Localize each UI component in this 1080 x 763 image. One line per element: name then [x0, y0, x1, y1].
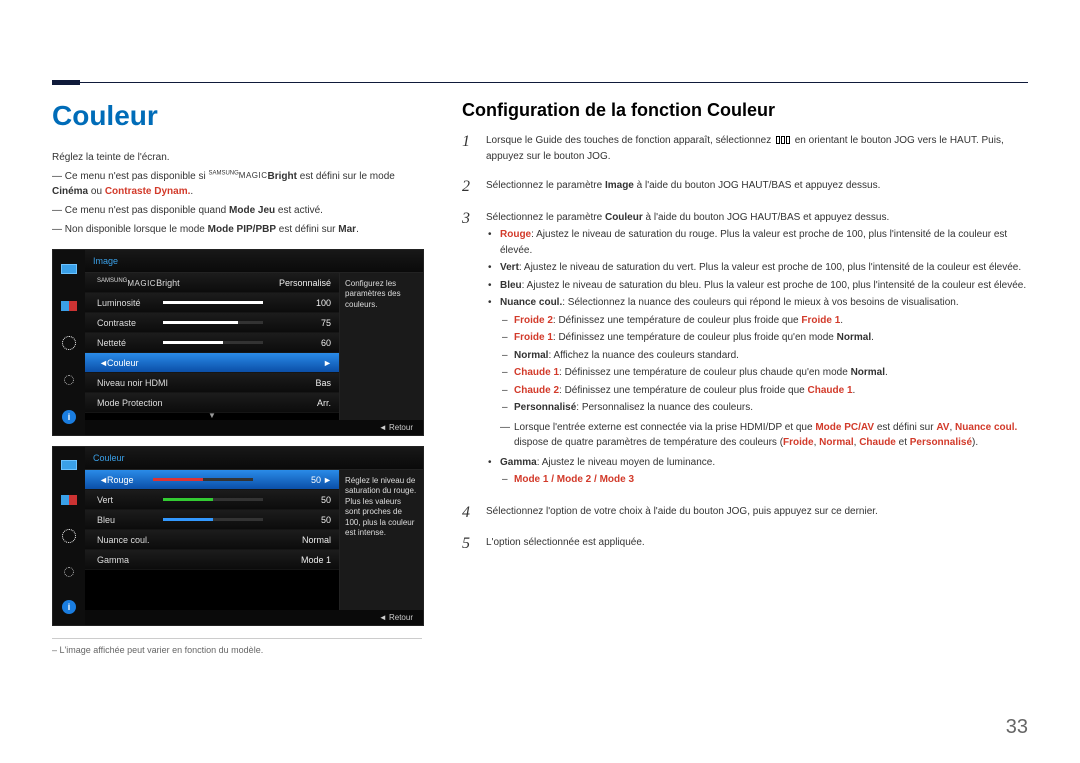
osd-header: Couleur: [85, 447, 423, 470]
osd-list: ◄ Rouge 50 ► Vert 50: [85, 470, 339, 610]
image-disclaimer: ‒ L'image affichée peut varier en foncti…: [52, 645, 422, 655]
osd-row[interactable]: Gamma Mode 1: [85, 550, 339, 570]
footnote-rule: [52, 638, 422, 639]
chevron-left-icon: ◄: [99, 358, 105, 368]
osd-tip: Réglez le niveau de saturation du rouge.…: [339, 470, 423, 610]
config-title: Configuration de la fonction Couleur: [462, 100, 1028, 121]
pip-icon: [61, 301, 77, 311]
osd-row[interactable]: Contraste 75: [85, 313, 339, 333]
return-arrow-icon: ◄: [379, 613, 387, 622]
section-title: Couleur: [52, 100, 422, 132]
osd-image-menu: i Image SAMSUNGMAGICBright Personnalisé: [52, 249, 424, 436]
osd-row[interactable]: Mode Protection Arr.: [85, 393, 339, 413]
function-key-icon: [776, 136, 790, 144]
info-icon: i: [62, 410, 76, 424]
chevron-right-icon: ►: [323, 358, 329, 368]
osd-row-selected[interactable]: ◄ Couleur ►: [85, 353, 339, 373]
right-column: Configuration de la fonction Couleur 1 L…: [462, 100, 1028, 655]
note-magic-bright: Ce menu n'est pas disponible si SAMSUNGM…: [52, 169, 422, 199]
page-header-rule: [52, 82, 1028, 83]
external-input-note: Lorsque l'entrée externe est connectée v…: [500, 420, 1028, 451]
system-icon: [64, 375, 74, 385]
display-icon: [61, 264, 77, 274]
step-number: 3: [462, 210, 486, 490]
osd-side-icons: i: [53, 250, 85, 435]
step-number: 2: [462, 178, 486, 196]
osd-row[interactable]: Niveau noir HDMI Bas: [85, 373, 339, 393]
step-number: 5: [462, 535, 486, 553]
chevron-down-icon: ▼: [85, 411, 339, 420]
left-column: Couleur Réglez la teinte de l'écran. Ce …: [52, 100, 422, 655]
page-number: 33: [1006, 716, 1028, 739]
note-mode-jeu: Ce menu n'est pas disponible quand Mode …: [52, 203, 422, 218]
step-number: 1: [462, 133, 486, 164]
osd-color-menu: i Couleur ◄ Rouge 50 ►: [52, 446, 424, 626]
osd-return[interactable]: ◄ Retour: [85, 420, 423, 435]
return-arrow-icon: ◄: [379, 423, 387, 432]
osd-row[interactable]: SAMSUNGMAGICBright Personnalisé: [85, 273, 339, 293]
step-number: 4: [462, 504, 486, 522]
osd-row[interactable]: Vert 50: [85, 490, 339, 510]
info-icon: i: [62, 600, 76, 614]
settings-icon: [62, 336, 76, 350]
step-3: 3 Sélectionnez le paramètre Couleur à l'…: [462, 210, 1028, 490]
chevron-right-icon: ►: [323, 475, 329, 485]
osd-header: Image: [85, 250, 423, 273]
osd-tip: Configurez les paramètres des couleurs.: [339, 273, 423, 420]
settings-icon: [62, 529, 76, 543]
osd-side-icons: i: [53, 447, 85, 625]
pip-icon: [61, 495, 77, 505]
step-1: 1 Lorsque le Guide des touches de foncti…: [462, 133, 1028, 164]
note-pip-pbp: Non disponible lorsque le mode Mode PIP/…: [52, 222, 422, 237]
step-4: 4 Sélectionnez l'option de votre choix à…: [462, 504, 1028, 522]
osd-row[interactable]: Nuance coul. Normal: [85, 530, 339, 550]
step-2: 2 Sélectionnez le paramètre Image à l'ai…: [462, 178, 1028, 196]
display-icon: [61, 460, 77, 470]
chevron-left-icon: ◄: [99, 475, 105, 485]
step-5: 5 L'option sélectionnée est appliquée.: [462, 535, 1028, 553]
intro-text: Réglez la teinte de l'écran.: [52, 150, 422, 165]
osd-row[interactable]: Bleu 50: [85, 510, 339, 530]
osd-row[interactable]: Luminosité 100: [85, 293, 339, 313]
osd-row[interactable]: Netteté 60: [85, 333, 339, 353]
osd-row-selected[interactable]: ◄ Rouge 50 ►: [85, 470, 339, 490]
osd-return[interactable]: ◄ Retour: [85, 610, 423, 625]
system-icon: [64, 567, 74, 577]
osd-list: SAMSUNGMAGICBright Personnalisé Luminosi…: [85, 273, 339, 420]
